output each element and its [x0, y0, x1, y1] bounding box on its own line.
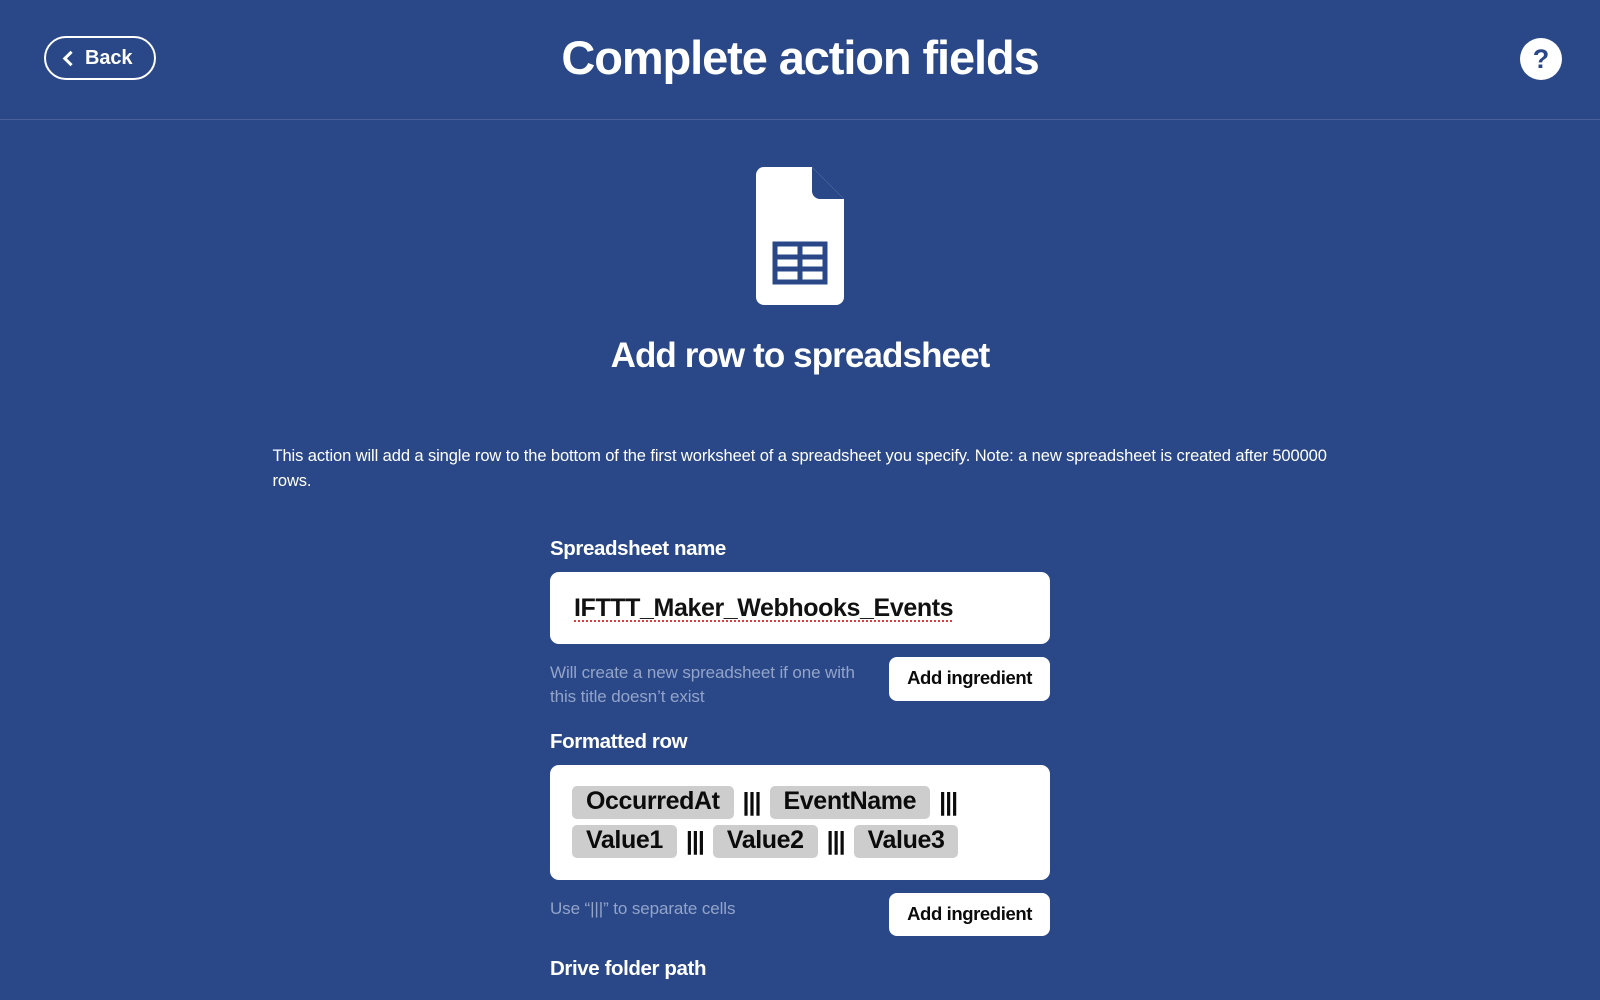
service-icon-container: [0, 120, 1600, 305]
spreadsheet-name-value: IFTTT_Maker_Webhooks_Events: [574, 593, 954, 622]
app-header: Back Complete action fields ?: [0, 0, 1600, 120]
spreadsheet-name-helper-text: Will create a new spreadsheet if one wit…: [550, 663, 855, 706]
help-button[interactable]: ?: [1520, 38, 1562, 80]
field-footer: Use “|||” to separate cells Add ingredie…: [550, 892, 1050, 937]
question-mark-icon: ?: [1532, 44, 1550, 74]
action-title: Add row to spreadsheet: [610, 336, 991, 375]
spreadsheet-name-input[interactable]: IFTTT_Maker_Webhooks_Events: [550, 572, 1050, 645]
formatted-row-helper-text: Use “|||” to separate cells: [550, 898, 736, 918]
field-label: Drive folder path: [550, 957, 707, 981]
field-spreadsheet-name: Spreadsheet name IFTTT_Maker_Webhooks_Ev…: [550, 537, 1050, 709]
field-drive-folder-path: Drive folder path: [550, 957, 1050, 981]
formatted-row-input[interactable]: OccurredAt ||| EventName ||| Value1 ||| …: [550, 764, 1050, 880]
ingredient-chip[interactable]: EventName: [769, 785, 931, 819]
add-ingredient-button-spreadsheet-name[interactable]: Add ingredient: [889, 657, 1050, 701]
back-button-label: Back: [85, 47, 133, 69]
field-label: Spreadsheet name: [550, 537, 726, 561]
ingredient-chip[interactable]: Value3: [853, 824, 959, 858]
chip-separator: |||: [742, 787, 762, 816]
ingredient-chip[interactable]: Value2: [712, 824, 818, 858]
action-description: This action will add a single row to the…: [272, 447, 1327, 491]
page-title: Complete action fields: [561, 31, 1039, 84]
field-footer: Will create a new spreadsheet if one wit…: [550, 657, 1050, 709]
chevron-left-icon: [62, 50, 79, 66]
back-button[interactable]: Back: [44, 36, 157, 80]
chip-separator: |||: [826, 826, 846, 855]
chip-separator: |||: [939, 787, 958, 816]
ingredient-chip[interactable]: OccurredAt: [572, 785, 734, 819]
spreadsheet-document-icon: [756, 167, 844, 305]
ingredient-chip[interactable]: Value1: [572, 824, 677, 858]
main-content: Add row to spreadsheet This action will …: [0, 120, 1600, 1000]
action-fields-form: Spreadsheet name IFTTT_Maker_Webhooks_Ev…: [550, 537, 1050, 981]
chip-separator: |||: [685, 826, 705, 855]
field-label: Formatted row: [550, 729, 688, 753]
ingredient-chip-row: OccurredAt ||| EventName ||| Value1 ||| …: [572, 783, 1028, 861]
add-ingredient-button-formatted-row[interactable]: Add ingredient: [889, 892, 1050, 937]
field-formatted-row: Formatted row OccurredAt ||| EventName |…: [550, 730, 1050, 937]
